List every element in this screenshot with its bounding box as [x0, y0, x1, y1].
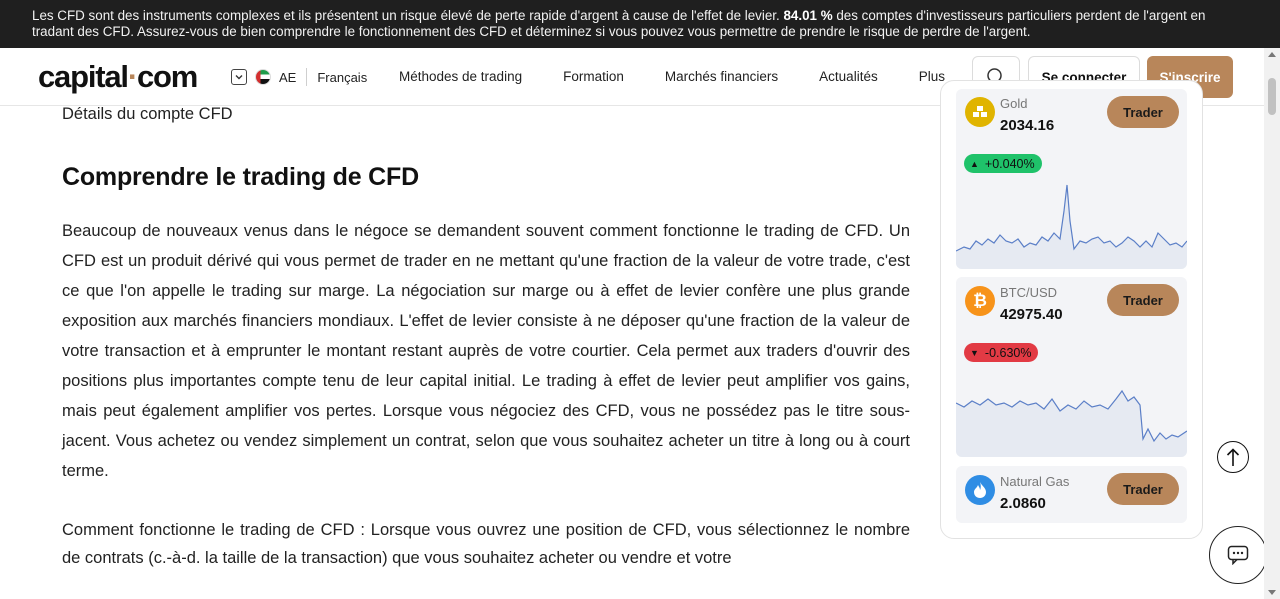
sparkline-chart — [956, 389, 1187, 457]
risk-warning-banner: Les CFD sont des instruments complexes e… — [0, 0, 1280, 48]
chat-button[interactable] — [1209, 526, 1267, 584]
market-widget: Gold 2034.16 Trader ▲ +0.040% ₿ BTC/USD … — [940, 80, 1203, 539]
instrument-card-natural-gas[interactable]: Natural Gas 2.0860 Trader — [956, 466, 1187, 523]
instrument-name: BTC/USD — [1000, 285, 1058, 300]
instrument-name: Gold — [1000, 96, 1028, 111]
trade-button[interactable]: Trader — [1107, 473, 1179, 505]
instrument-price: 42975.40 — [1000, 306, 1063, 323]
risk-text-before: Les CFD sont des instruments complexes e… — [32, 8, 780, 23]
arrow-up-icon — [1226, 448, 1240, 466]
change-value: -0.630% — [984, 345, 1032, 360]
article-content: Détails du compte CFD Comprendre le trad… — [62, 105, 910, 572]
instrument-card-btcusd[interactable]: ₿ BTC/USD 42975.40 Trader ▼ -0.630% — [956, 277, 1187, 457]
logo-dot: · — [127, 59, 138, 94]
sparkline-chart — [956, 184, 1187, 269]
section-heading: Comprendre le trading de CFD — [62, 163, 419, 191]
gold-bars-icon — [965, 97, 995, 127]
instrument-name: Natural Gas — [1000, 474, 1070, 489]
main-nav: Méthodes de trading Formation Marchés fi… — [399, 69, 986, 84]
nav-item-more[interactable]: Plus — [919, 69, 945, 84]
nav-item-formation[interactable]: Formation — [563, 69, 624, 84]
language-label[interactable]: Français — [317, 70, 367, 85]
chevron-up-icon: ▲ — [970, 158, 979, 169]
instrument-price: 2.0860 — [1000, 495, 1046, 512]
region-language-selector[interactable]: AE Français — [231, 68, 367, 86]
chat-icon — [1227, 545, 1249, 565]
logo-part1: capital — [38, 59, 129, 94]
capital-com-logo[interactable]: capital·com — [38, 59, 198, 95]
paragraph: Beaucoup de nouveaux venus dans le négoc… — [62, 222, 910, 480]
instrument-card-gold[interactable]: Gold 2034.16 Trader ▲ +0.040% — [956, 89, 1187, 269]
logo-part2: com — [136, 59, 198, 94]
scroll-down-arrow-icon[interactable] — [1268, 590, 1276, 595]
bitcoin-icon: ₿ — [965, 286, 995, 316]
trade-button[interactable]: Trader — [1107, 96, 1179, 128]
region-code: AE — [279, 69, 297, 85]
change-value: +0.040% — [984, 156, 1035, 171]
nav-item-markets[interactable]: Marchés financiers — [665, 69, 778, 84]
page-scrollbar[interactable] — [1264, 48, 1280, 599]
flame-icon — [965, 475, 995, 505]
change-badge: ▼ -0.630% — [964, 343, 1039, 362]
risk-percent: 84.01 % — [783, 8, 833, 23]
nav-item-trading-methods[interactable]: Méthodes de trading — [399, 69, 522, 84]
divider — [306, 68, 308, 86]
trade-button[interactable]: Trader — [1107, 284, 1179, 316]
uae-flag-icon — [255, 69, 271, 85]
chevron-down-icon: ▼ — [970, 347, 979, 358]
scrollbar-thumb[interactable] — [1268, 78, 1276, 115]
section-label: Détails du compte CFD — [62, 105, 233, 123]
nav-item-news[interactable]: Actualités — [819, 69, 878, 84]
change-badge: ▲ +0.040% — [964, 154, 1042, 173]
chevron-down-icon[interactable] — [231, 69, 247, 85]
scroll-up-arrow-icon[interactable] — [1268, 52, 1276, 57]
paragraph: Comment fonctionne le trading de CFD : L… — [62, 521, 910, 567]
instrument-price: 2034.16 — [1000, 117, 1055, 134]
back-to-top-button[interactable] — [1217, 441, 1249, 473]
